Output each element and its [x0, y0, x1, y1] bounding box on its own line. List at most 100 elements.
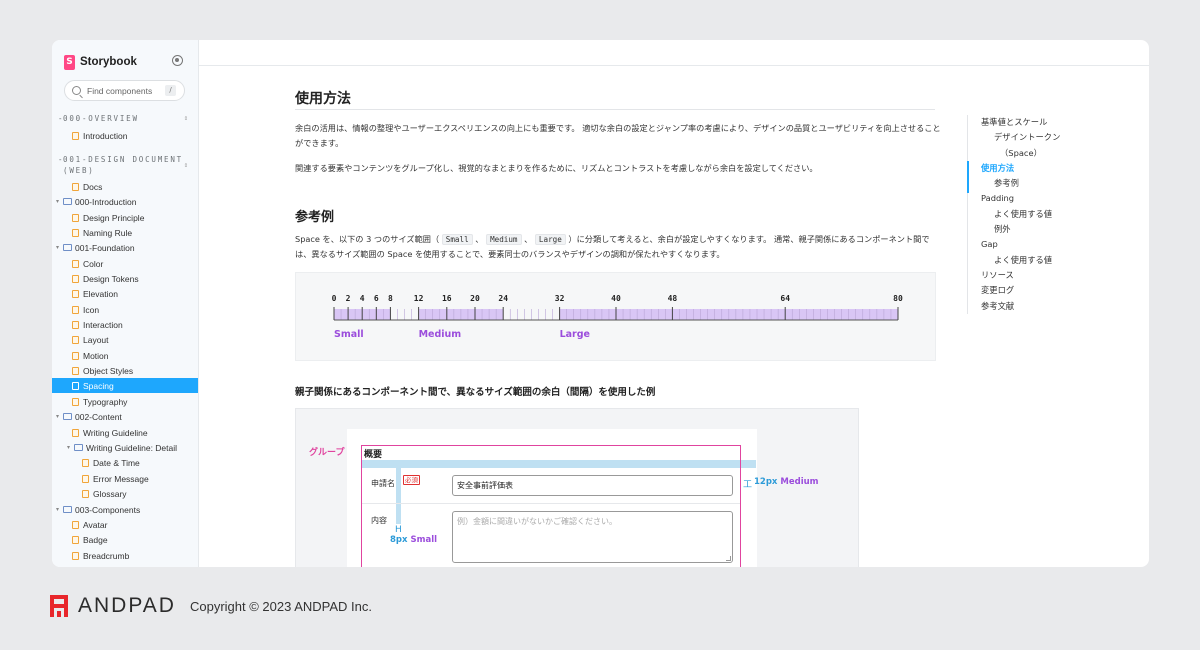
- expand-collapse-icon[interactable]: ⇕: [184, 113, 188, 124]
- document-icon: [72, 335, 79, 344]
- sidebar-item-writing-guideline[interactable]: Writing Guideline: [52, 425, 198, 440]
- toc-item[interactable]: リソース: [968, 268, 1147, 283]
- document-icon: [72, 305, 79, 314]
- sidebar-item-label: Breadcrumb: [83, 550, 130, 561]
- annotation-medium: 12px Medium: [754, 477, 819, 487]
- usage-paragraph-1: 余白の活用は、情報の整理やユーザーエクスペリエンスの向上にも重要です。 適切な余…: [295, 123, 941, 148]
- toc-item[interactable]: 参考文献: [968, 299, 1147, 314]
- storybook-logo-icon: S: [64, 54, 75, 70]
- document-icon: [72, 520, 79, 529]
- toc-item[interactable]: 例外: [968, 222, 1147, 237]
- toc-item[interactable]: 基準値とスケール: [968, 115, 1147, 130]
- toc-item[interactable]: 使用方法: [968, 161, 1147, 176]
- group-header-overview[interactable]: -000-OVERVIEW ⇕: [58, 113, 194, 124]
- sidebar-item-spacing[interactable]: Spacing: [52, 378, 198, 393]
- sidebar-item-design-principle[interactable]: Design Principle: [52, 210, 198, 225]
- document-icon: [72, 320, 79, 329]
- measure-marker-icon: H: [395, 525, 402, 535]
- content-textarea[interactable]: 例）金額に間違いがないかご確認ください。: [452, 511, 733, 563]
- document-icon: [72, 397, 79, 406]
- code-small: Small: [441, 234, 473, 245]
- toc-item[interactable]: Gap: [968, 237, 1147, 252]
- folder-icon: [63, 506, 72, 513]
- sidebar-item-avatar[interactable]: Avatar: [52, 517, 198, 532]
- measure-marker-icon: 工: [743, 480, 753, 490]
- folder-icon: [63, 244, 72, 251]
- example-figure: グループ 概要 申請名 必須 安全事前評価表 内容 例）金額に間違いがないかご確…: [295, 408, 859, 567]
- sidebar-item-label: 002-Content: [75, 411, 122, 422]
- group-label: グループ: [309, 448, 345, 458]
- document-icon: [72, 351, 79, 360]
- sidebar-item-breadcrumb[interactable]: Breadcrumb: [52, 548, 198, 563]
- sidebar-item-naming-rule[interactable]: Naming Rule: [52, 225, 198, 240]
- sidebar-item-date-time[interactable]: Date & Time: [52, 455, 198, 470]
- sidebar-item-label: Avatar: [83, 519, 108, 530]
- document-icon: [72, 381, 79, 390]
- sidebar-item-000-introduction[interactable]: ▾ 000-Introduction: [52, 194, 198, 209]
- sidebar-item-error-message[interactable]: Error Message: [52, 471, 198, 486]
- document-icon: [82, 489, 89, 498]
- chevron-down-icon[interactable]: ▾: [56, 244, 62, 251]
- name-input[interactable]: 安全事前評価表: [452, 475, 733, 496]
- document-icon: [72, 213, 79, 222]
- page-footer: ANDPAD Copyright © 2023 ANDPAD Inc.: [50, 594, 372, 618]
- toc-item[interactable]: デザイントークン: [968, 130, 1147, 145]
- docs-main: 使用方法 余白の活用は、情報の整理やユーザーエクスペリエンスの向上にも重要です。…: [199, 40, 1149, 567]
- document-icon: [72, 131, 79, 140]
- sidebar-header: S Storybook: [64, 54, 137, 70]
- document-icon: [72, 428, 79, 437]
- sidebar-item-layout[interactable]: Layout: [52, 332, 198, 347]
- sidebar-item-object-styles[interactable]: Object Styles: [52, 363, 198, 378]
- sidebar-item-introduction[interactable]: Introduction: [52, 128, 198, 143]
- toc-item[interactable]: 変更ログ: [968, 283, 1147, 298]
- sidebar-item-label: 001-Foundation: [75, 242, 135, 253]
- sidebar-item-glossary[interactable]: Glossary: [52, 486, 198, 501]
- sidebar-item-motion[interactable]: Motion: [52, 348, 198, 363]
- toc-item[interactable]: Padding: [968, 191, 1147, 206]
- chevron-down-icon[interactable]: ▾: [56, 413, 62, 420]
- resize-handle-icon[interactable]: [726, 556, 731, 561]
- toc-item[interactable]: よく使用する値: [968, 253, 1147, 268]
- chevron-down-icon[interactable]: ▾: [56, 506, 62, 513]
- scale-tick-label: 12: [414, 294, 424, 303]
- toc-item[interactable]: よく使用する値: [968, 207, 1147, 222]
- sidebar-item-elevation[interactable]: Elevation: [52, 286, 198, 301]
- document-icon: [72, 551, 79, 560]
- sidebar-item-label: Introduction: [83, 130, 128, 141]
- sidebar-item-label: Docs: [83, 181, 103, 192]
- sidebar-item-docs[interactable]: Docs: [52, 179, 198, 194]
- sidebar-item-001-foundation[interactable]: ▾ 001-Foundation: [52, 240, 198, 255]
- scale-tick-label: 24: [498, 294, 508, 303]
- scale-tick-label: 20: [470, 294, 480, 303]
- sidebar-item-label: Design Tokens: [83, 273, 139, 284]
- scale-tick-label: 80: [893, 294, 903, 303]
- search-icon: [72, 86, 81, 95]
- toc-item[interactable]: 参考例: [968, 176, 1147, 191]
- sidebar-item-icon[interactable]: Icon: [52, 302, 198, 317]
- spacing-scale-svg: Small Medium Large0 2 4 6 8 12 16 20 24 32 40 48 64 80: [332, 294, 903, 340]
- chevron-down-icon[interactable]: ▾: [67, 444, 73, 451]
- sidebar-item-typography[interactable]: Typography: [52, 394, 198, 409]
- expand-collapse-icon[interactable]: ⇕: [184, 160, 188, 171]
- toc-item[interactable]: （Space）: [968, 146, 1147, 161]
- sidebar-item-label: Layout: [83, 334, 109, 345]
- group-header-design-document[interactable]: -001-DESIGN DOCUMENT (WEB) ⇕: [58, 154, 194, 176]
- sidebar-item-design-tokens[interactable]: Design Tokens: [52, 271, 198, 286]
- sidebar-item-002-content[interactable]: ▾ 002-Content: [52, 409, 198, 424]
- search-input[interactable]: Find components /: [64, 80, 185, 101]
- sidebar-item-interaction[interactable]: Interaction: [52, 317, 198, 332]
- sidebar-item-label: Motion: [83, 350, 109, 361]
- document-icon: [72, 228, 79, 237]
- folder-icon: [74, 444, 83, 451]
- settings-icon[interactable]: [172, 55, 183, 66]
- sidebar-item-label: Error Message: [93, 473, 149, 484]
- document-icon: [72, 182, 79, 191]
- sidebar-item-writing-guideline-detail[interactable]: ▾ Writing Guideline: Detail: [52, 440, 198, 455]
- sidebar-item-badge[interactable]: Badge: [52, 532, 198, 547]
- sidebar-item-label: Design Principle: [83, 212, 145, 223]
- sidebar-item-label: Interaction: [83, 319, 123, 330]
- chevron-down-icon[interactable]: ▾: [56, 198, 62, 205]
- sidebar-item-003-components[interactable]: ▾ 003-Components: [52, 502, 198, 517]
- form-title: 概要: [364, 450, 383, 460]
- sidebar-item-color[interactable]: Color: [52, 256, 198, 271]
